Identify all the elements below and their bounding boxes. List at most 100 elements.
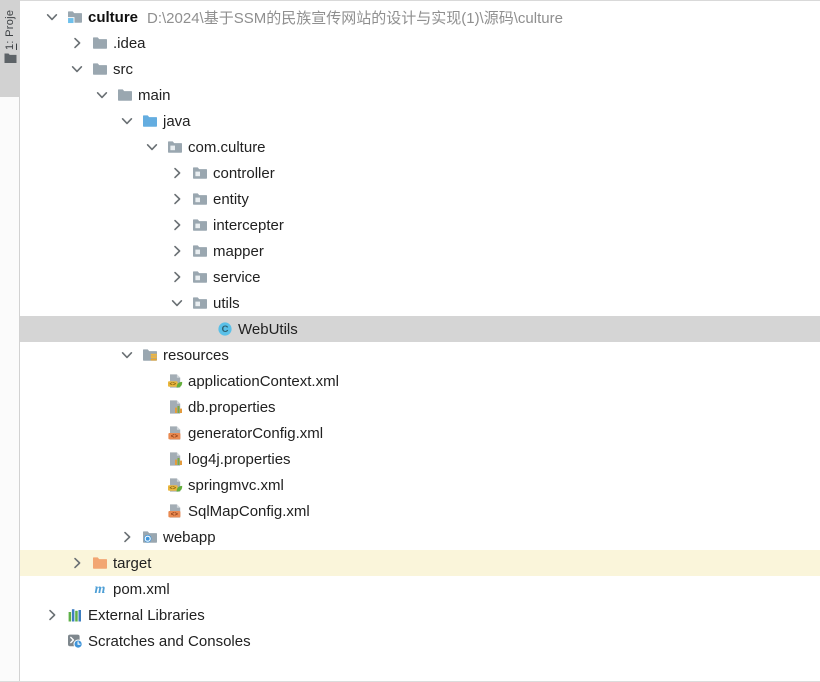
resources-folder-icon [141, 347, 158, 364]
indent-spacer [144, 451, 160, 467]
spring-xml-icon: <> [166, 477, 183, 494]
properties-file-icon [166, 399, 183, 416]
tree-item-label: pom.xml [113, 581, 170, 598]
svg-text:<>: <> [170, 511, 178, 518]
tree-item-label: target [113, 555, 151, 572]
chevron-right-icon[interactable] [169, 165, 185, 181]
tree-item-label: mapper [213, 243, 264, 260]
tree-row-com-culture[interactable]: com.culture [20, 134, 820, 160]
chevron-down-icon[interactable] [44, 9, 60, 25]
project-tree: culture D:\2024\基于SSM的民族宣传网站的设计与实现(1)\源码\… [20, 0, 820, 681]
tree-row-db-properties[interactable]: db.properties [20, 394, 820, 420]
package-icon [191, 269, 208, 286]
tree-row-pom-xml[interactable]: m pom.xml [20, 576, 820, 602]
tree-row-scratches-and-consoles[interactable]: Scratches and Consoles [20, 628, 820, 654]
project-tab-label: 1: Proje [0, 4, 20, 50]
chevron-right-icon[interactable] [169, 269, 185, 285]
tree-item-label: controller [213, 165, 275, 182]
tree-row-webutils[interactable]: C WebUtils [20, 316, 820, 342]
tree-row-webapp[interactable]: webapp [20, 524, 820, 550]
indent-spacer [144, 503, 160, 519]
spring-xml-icon: <> [166, 373, 183, 390]
chevron-down-icon[interactable] [119, 347, 135, 363]
tree-item-label: culture [88, 9, 138, 26]
chevron-right-icon[interactable] [69, 555, 85, 571]
tree-row-target[interactable]: target [20, 550, 820, 576]
tree-row-utils[interactable]: utils [20, 290, 820, 316]
chevron-down-icon[interactable] [69, 61, 85, 77]
tool-window-bar: 1: Proje [0, 0, 20, 681]
libraries-icon [66, 607, 83, 624]
properties-file-icon [166, 451, 183, 468]
folder-icon [91, 61, 108, 78]
project-tab[interactable]: 1: Proje [0, 0, 20, 97]
tree-row-src[interactable]: src [20, 56, 820, 82]
chevron-right-icon[interactable] [119, 529, 135, 545]
chevron-right-icon[interactable] [169, 217, 185, 233]
tree-row-applicationcontext-xml[interactable]: <> applicationContext.xml [20, 368, 820, 394]
tree-item-label: log4j.properties [188, 451, 291, 468]
chevron-right-icon[interactable] [169, 243, 185, 259]
class-icon: C [216, 321, 233, 338]
maven-icon: m [91, 581, 108, 598]
package-icon [166, 139, 183, 156]
chevron-right-icon[interactable] [169, 191, 185, 207]
package-icon [191, 295, 208, 312]
chevron-down-icon[interactable] [169, 295, 185, 311]
project-tool-window: 1: Proje culture D:\2024\基于SSM的民族宣传网站的设计与… [0, 0, 820, 682]
tree-item-label: com.culture [188, 139, 266, 156]
package-icon [191, 217, 208, 234]
tree-item-label: java [163, 113, 191, 130]
chevron-down-icon[interactable] [144, 139, 160, 155]
tree-row-main[interactable]: main [20, 82, 820, 108]
tree-row-resources[interactable]: resources [20, 342, 820, 368]
tree-item-label: main [138, 87, 171, 104]
folder-icon [116, 87, 133, 104]
tree-item-label: External Libraries [88, 607, 205, 624]
tree-row-mapper[interactable]: mapper [20, 238, 820, 264]
folder-icon [91, 35, 108, 52]
webapp-folder-icon [141, 529, 158, 546]
chevron-right-icon[interactable] [44, 607, 60, 623]
tree-row-generatorconfig-xml[interactable]: <> generatorConfig.xml [20, 420, 820, 446]
tree-row-service[interactable]: service [20, 264, 820, 290]
tree-row-culture[interactable]: culture D:\2024\基于SSM的民族宣传网站的设计与实现(1)\源码\… [20, 4, 820, 30]
source-folder-icon [141, 113, 158, 130]
tree-item-label: SqlMapConfig.xml [188, 503, 310, 520]
project-folder-icon [66, 9, 83, 26]
tree-row-entity[interactable]: entity [20, 186, 820, 212]
tree-item-label: src [113, 61, 133, 78]
project-path: D:\2024\基于SSM的民族宣传网站的设计与实现(1)\源码\culture [147, 7, 563, 28]
chevron-right-icon[interactable] [69, 35, 85, 51]
scratches-icon [66, 633, 83, 650]
package-icon [191, 243, 208, 260]
package-icon [191, 191, 208, 208]
tree-item-label: webapp [163, 529, 216, 546]
package-icon [191, 165, 208, 182]
excluded-folder-icon [91, 555, 108, 572]
tree-item-label: utils [213, 295, 240, 312]
tree-item-label: WebUtils [238, 321, 298, 338]
tree-item-label: resources [163, 347, 229, 364]
chevron-down-icon[interactable] [94, 87, 110, 103]
tree-row-intercepter[interactable]: intercepter [20, 212, 820, 238]
chevron-down-icon[interactable] [119, 113, 135, 129]
tree-row-controller[interactable]: controller [20, 160, 820, 186]
indent-spacer [194, 321, 210, 337]
tree-item-label: applicationContext.xml [188, 373, 339, 390]
tree-row-sqlmapconfig-xml[interactable]: <> SqlMapConfig.xml [20, 498, 820, 524]
xml-file-icon: <> [166, 503, 183, 520]
indent-spacer [69, 581, 85, 597]
tree-row-log4j-properties[interactable]: log4j.properties [20, 446, 820, 472]
tree-item-label: generatorConfig.xml [188, 425, 323, 442]
tree-item-label: springmvc.xml [188, 477, 284, 494]
xml-file-icon: <> [166, 425, 183, 442]
tree-row-springmvc-xml[interactable]: <> springmvc.xml [20, 472, 820, 498]
svg-text:C: C [221, 324, 228, 335]
indent-spacer [44, 633, 60, 649]
tree-row-java[interactable]: java [20, 108, 820, 134]
tree-item-label: intercepter [213, 217, 284, 234]
tree-row-idea[interactable]: .idea [20, 30, 820, 56]
indent-spacer [144, 373, 160, 389]
tree-row-external-libraries[interactable]: External Libraries [20, 602, 820, 628]
